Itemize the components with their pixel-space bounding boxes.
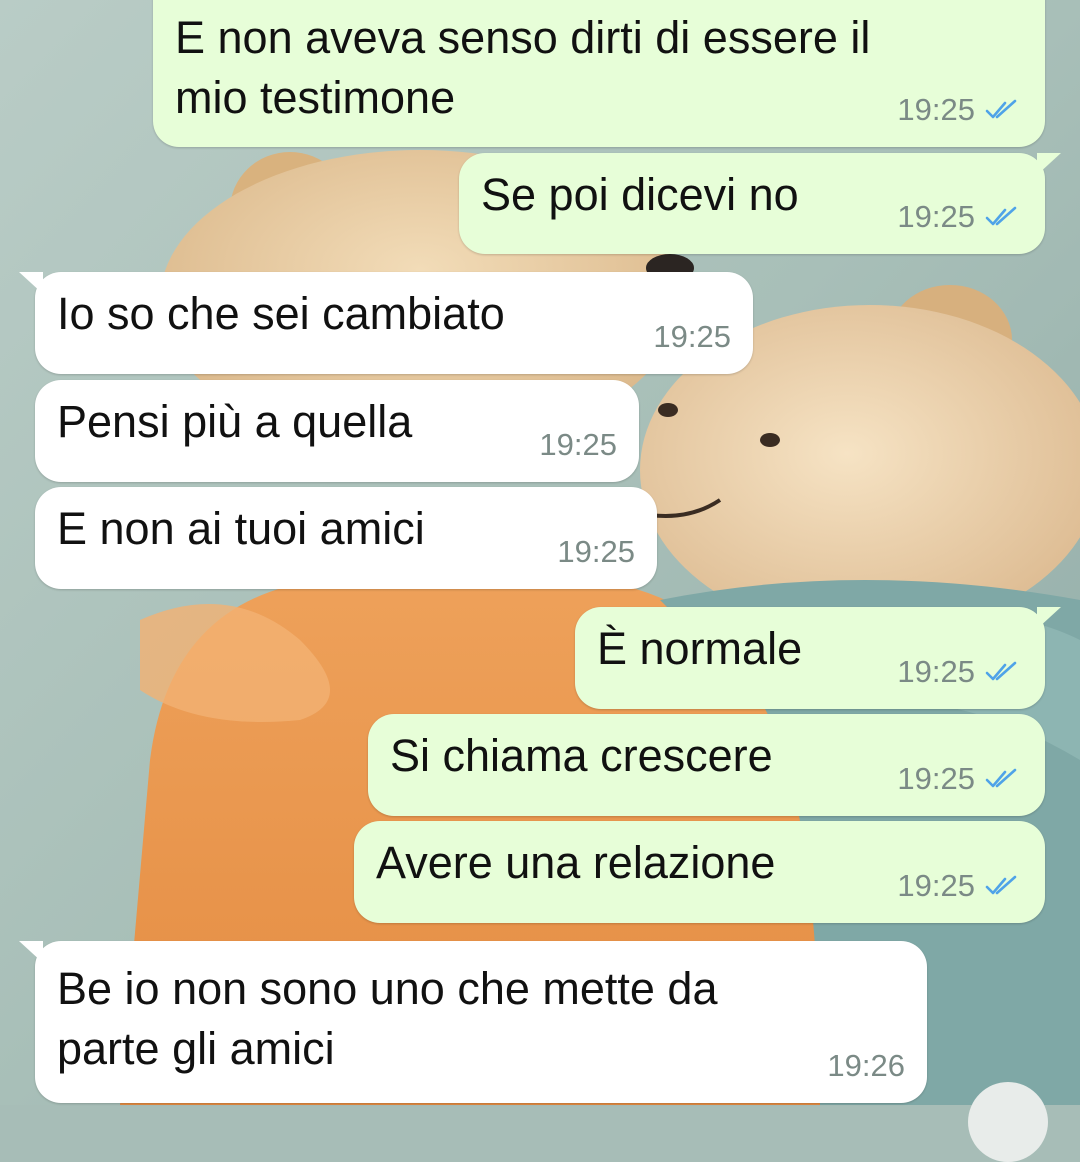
- message-text: Se poi dicevi no: [481, 169, 799, 220]
- message-meta: 19:25: [897, 655, 1017, 689]
- message-time: 19:26: [827, 1048, 905, 1083]
- message-meta: 19:25: [897, 869, 1017, 903]
- message-bubble-outgoing[interactable]: Si chiama crescere 19:25: [368, 714, 1045, 816]
- message-text: Avere una relazione: [376, 837, 776, 888]
- bubble-tail: [1037, 153, 1061, 175]
- message-time: 19:25: [557, 534, 635, 569]
- message-text: È normale: [597, 623, 803, 674]
- message-time: 19:25: [653, 319, 731, 354]
- message-text: Be io non sono uno che mette da parte gl…: [57, 963, 718, 1074]
- read-ticks-icon: [985, 206, 1017, 226]
- message-bubble-incoming[interactable]: Pensi più a quella 19:25: [35, 380, 639, 482]
- message-meta: 19:25: [653, 320, 731, 354]
- message-text: E non ai tuoi amici: [57, 503, 425, 554]
- message-bubble-outgoing[interactable]: Avere una relazione 19:25: [354, 821, 1045, 923]
- message-text: Si chiama crescere: [390, 730, 773, 781]
- message-text: Io so che sei cambiato: [57, 288, 505, 339]
- message-meta: 19:25: [897, 200, 1017, 234]
- message-meta: 19:25: [897, 93, 1017, 127]
- message-bubble-outgoing[interactable]: È normale 19:25: [575, 607, 1061, 709]
- message-time: 19:25: [897, 654, 975, 689]
- message-bubble-incoming[interactable]: Be io non sono uno che mette da parte gl…: [19, 941, 927, 1103]
- message-bubble-incoming[interactable]: E non ai tuoi amici 19:25: [35, 487, 657, 589]
- message-time: 19:25: [897, 761, 975, 796]
- message-meta: 19:25: [539, 428, 617, 462]
- message-time: 19:25: [897, 92, 975, 127]
- message-text: Pensi più a quella: [57, 396, 413, 447]
- message-bubble-incoming[interactable]: Io so che sei cambiato 19:25: [19, 272, 753, 374]
- message-bubble-outgoing[interactable]: E non aveva senso dirti di essere il mio…: [153, 0, 1045, 147]
- read-ticks-icon: [985, 661, 1017, 681]
- message-meta: 19:25: [897, 762, 1017, 796]
- message-text: E non aveva senso dirti di essere il mio…: [175, 12, 871, 123]
- read-ticks-icon: [985, 875, 1017, 895]
- bubble-tail: [1037, 607, 1061, 629]
- read-ticks-icon: [985, 768, 1017, 788]
- scroll-to-bottom-button[interactable]: [968, 1082, 1048, 1162]
- message-time: 19:25: [539, 427, 617, 462]
- message-meta: 19:25: [557, 535, 635, 569]
- bubble-tail: [19, 272, 43, 294]
- bubble-tail: [19, 941, 43, 963]
- read-ticks-icon: [985, 99, 1017, 119]
- message-bubble-outgoing[interactable]: Se poi dicevi no 19:25: [459, 153, 1061, 254]
- message-meta: 19:26: [827, 1049, 905, 1083]
- message-time: 19:25: [897, 199, 975, 234]
- message-time: 19:25: [897, 868, 975, 903]
